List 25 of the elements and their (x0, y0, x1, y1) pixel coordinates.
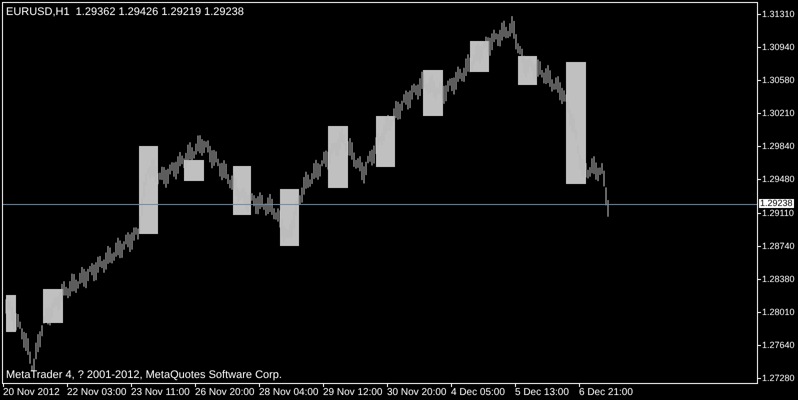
price-tick-label: 1.29480 (762, 175, 795, 184)
price-tick-label: 1.27640 (762, 340, 795, 350)
price-tick-label: 1.31310 (762, 10, 795, 19)
time-tick-label: 5 Dec 13:00 (515, 388, 569, 398)
price-tick-label: 1.27280 (762, 374, 795, 383)
time-tick-label: 6 Dec 21:00 (579, 388, 633, 398)
time-tick-label: 29 Nov 12:00 (323, 388, 382, 398)
time-tick-label: 22 Nov 03:00 (67, 388, 126, 398)
time-tick-label: 28 Nov 04:00 (259, 388, 318, 398)
time-tick-label: 26 Nov 20:00 (195, 388, 254, 398)
time-tick-label: 20 Nov 2012 (3, 388, 60, 398)
current-price-label: 1.29238 (759, 199, 794, 208)
time-tick-label: 30 Nov 20:00 (387, 388, 446, 398)
price-tick-label: 1.29840 (762, 142, 795, 152)
copyright-text: MetaTrader 4, ? 2001-2012, MetaQuotes Software Corp. (6, 370, 282, 381)
price-tick-label: 1.30940 (762, 43, 795, 52)
price-tick-label: 1.30210 (762, 109, 795, 118)
price-tick-label: 1.28010 (762, 308, 795, 317)
price-tick-label: 1.30580 (762, 76, 795, 86)
price-tick-label: 1.28740 (762, 242, 795, 251)
price-tick-label: 1.29110 (762, 208, 794, 218)
price-tick-label: 1.28380 (762, 274, 795, 284)
time-tick-label: 4 Dec 05:00 (451, 388, 505, 398)
chart-header: EURUSD,H1 1.29362 1.29426 1.29219 1.29238 (6, 7, 244, 18)
time-tick-label: 23 Nov 11:00 (131, 388, 190, 398)
